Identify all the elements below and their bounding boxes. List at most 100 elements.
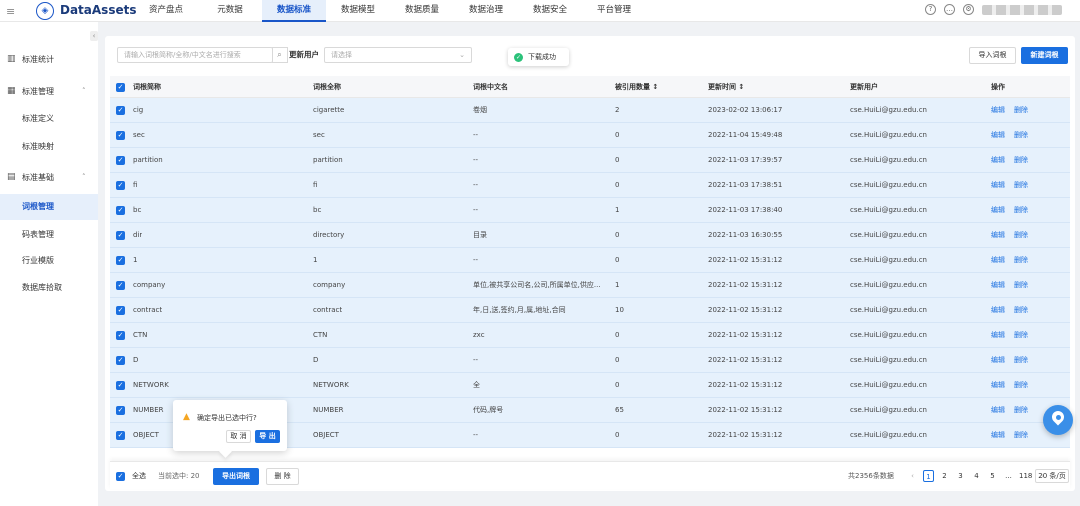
new-root-button[interactable]: 新建词根 [1021, 47, 1068, 64]
footer-select-all-checkbox[interactable]: ✓ [116, 471, 125, 481]
select-all-checkbox[interactable]: ✓ [116, 82, 125, 92]
edit-link[interactable]: 编辑 [991, 398, 1005, 423]
row-checkbox[interactable]: ✓ [116, 181, 125, 190]
table-row[interactable]: ✓ cig cigarette 卷烟 2 2023-02-02 13:06:17 cse.H… [110, 98, 1070, 123]
sidebar-item-standard-definition[interactable]: 标准定义 [0, 106, 98, 132]
delete-link[interactable]: 删除 [1014, 323, 1028, 348]
user-select[interactable]: 请选择 ⌄ [324, 47, 472, 63]
select-all-label[interactable]: 全选 [132, 462, 146, 490]
message-icon[interactable]: … [944, 4, 955, 15]
nav-item[interactable]: 数据模型 [326, 0, 390, 22]
delete-link[interactable]: 删除 [1014, 423, 1028, 448]
menu-icon[interactable]: ≡ [6, 5, 15, 18]
edit-link[interactable]: 编辑 [991, 98, 1005, 123]
delete-link[interactable]: 删除 [1014, 173, 1028, 198]
table-row[interactable]: ✓ CTN CTN zxc 0 2022-11-02 15:31:12 cse.HuiLi@… [110, 323, 1070, 348]
edit-link[interactable]: 编辑 [991, 198, 1005, 223]
edit-link[interactable]: 编辑 [991, 223, 1005, 248]
table-row[interactable]: ✓ dir directory 目录 0 2022-11-03 16:30:55 cse.H… [110, 223, 1070, 248]
row-checkbox[interactable]: ✓ [116, 206, 125, 215]
nav-item[interactable]: 资产盘点 [134, 0, 198, 22]
collapse-icon[interactable]: ‹ [90, 31, 98, 41]
edit-link[interactable]: 编辑 [991, 423, 1005, 448]
delete-link[interactable]: 删除 [1014, 298, 1028, 323]
delete-link[interactable]: 删除 [1014, 123, 1028, 148]
sidebar-group-standard-mgmt[interactable]: ▦ 标准管理 ˄ [0, 78, 98, 104]
table-row[interactable]: ✓ bc bc -- 1 2022-11-03 17:38:40 cse.HuiLi@gzu… [110, 198, 1070, 223]
export-button[interactable]: 导出词根 [213, 468, 259, 485]
sidebar-group-standard-base[interactable]: ▤ 标准基础 ˄ [0, 164, 98, 190]
edit-link[interactable]: 编辑 [991, 298, 1005, 323]
row-checkbox[interactable]: ✓ [116, 231, 125, 240]
row-checkbox[interactable]: ✓ [116, 406, 125, 415]
page-number[interactable]: 5 [987, 470, 998, 482]
edit-link[interactable]: 编辑 [991, 373, 1005, 398]
sidebar-item-standard-mapping[interactable]: 标准映射 [0, 134, 98, 160]
edit-link[interactable]: 编辑 [991, 148, 1005, 173]
col-refs[interactable]: 被引用数量 ↕ [615, 76, 658, 98]
assistant-float-icon[interactable] [1043, 405, 1073, 435]
table-row[interactable]: ✓ fi fi -- 0 2022-11-03 17:38:51 cse.HuiLi@gzu… [110, 173, 1070, 198]
sidebar-item-industry-template[interactable]: 行业模版 [0, 248, 98, 274]
row-checkbox[interactable]: ✓ [116, 281, 125, 290]
nav-item[interactable]: 平台管理 [582, 0, 646, 22]
row-checkbox[interactable]: ✓ [116, 106, 125, 115]
edit-link[interactable]: 编辑 [991, 273, 1005, 298]
page-number[interactable]: 3 [955, 470, 966, 482]
delete-link[interactable]: 删除 [1014, 373, 1028, 398]
edit-link[interactable]: 编辑 [991, 123, 1005, 148]
delete-link[interactable]: 删除 [1014, 248, 1028, 273]
search-input[interactable]: 请输入词根简称/全称/中文名进行搜索 [117, 47, 273, 63]
help-icon[interactable]: ? [925, 4, 936, 15]
sidebar-group-stats[interactable]: ▥ 标准统计 [0, 46, 98, 72]
table-row[interactable]: ✓ sec sec -- 0 2022-11-04 15:49:48 cse.HuiLi@g… [110, 123, 1070, 148]
nav-item[interactable]: 数据标准 [262, 0, 326, 22]
delete-link[interactable]: 删除 [1014, 273, 1028, 298]
row-checkbox[interactable]: ✓ [116, 131, 125, 140]
table-row[interactable]: ✓ NETWORK NETWORK 全 0 2022-11-02 15:31:12 cse.… [110, 373, 1070, 398]
edit-link[interactable]: 编辑 [991, 348, 1005, 373]
delete-link[interactable]: 删除 [1014, 398, 1028, 423]
sidebar-item-code-table[interactable]: 码表管理 [0, 222, 98, 248]
nav-item[interactable]: 数据安全 [518, 0, 582, 22]
search-icon[interactable]: ⌕ [272, 47, 288, 63]
edit-link[interactable]: 编辑 [991, 248, 1005, 273]
edit-link[interactable]: 编辑 [991, 323, 1005, 348]
row-checkbox[interactable]: ✓ [116, 381, 125, 390]
delete-link[interactable]: 删除 [1014, 348, 1028, 373]
table-row[interactable]: ✓ D D -- 0 2022-11-02 15:31:12 cse.HuiLi@gzu.e… [110, 348, 1070, 373]
page-number[interactable]: 4 [971, 470, 982, 482]
table-row[interactable]: ✓ 1 1 -- 0 2022-11-02 15:31:12 cse.HuiLi@gzu.e… [110, 248, 1070, 273]
nav-item[interactable]: 元数据 [198, 0, 262, 22]
import-button[interactable]: 导入词根 [969, 47, 1016, 64]
nav-item[interactable]: 数据治理 [454, 0, 518, 22]
sidebar-item-root-management[interactable]: 词根管理 [0, 194, 98, 220]
batch-delete-button[interactable]: 删 除 [266, 468, 299, 485]
row-checkbox[interactable]: ✓ [116, 156, 125, 165]
delete-link[interactable]: 删除 [1014, 98, 1028, 123]
row-checkbox[interactable]: ✓ [116, 431, 125, 440]
sidebar-item-db-pick[interactable]: 数据库拾取 [0, 275, 98, 301]
delete-link[interactable]: 删除 [1014, 223, 1028, 248]
confirm-export-button[interactable]: 导 出 [255, 430, 280, 443]
row-checkbox[interactable]: ✓ [116, 306, 125, 315]
delete-link[interactable]: 删除 [1014, 198, 1028, 223]
edit-link[interactable]: 编辑 [991, 173, 1005, 198]
row-checkbox[interactable]: ✓ [116, 256, 125, 265]
col-time[interactable]: 更新时间 ↕ [708, 76, 744, 98]
row-checkbox[interactable]: ✓ [116, 356, 125, 365]
table-row[interactable]: ✓ contract contract 年,日,送,签约,月,属,地址,合同 10 202… [110, 298, 1070, 323]
user-avatar[interactable] [982, 4, 1062, 15]
settings-icon[interactable]: ⚙ [963, 4, 974, 15]
page-number[interactable]: 2 [939, 470, 950, 482]
prev-page-icon[interactable]: ‹ [907, 470, 918, 482]
page-number[interactable]: 1 [923, 470, 934, 482]
confirm-cancel-button[interactable]: 取 消 [226, 430, 251, 443]
table-row[interactable]: ✓ company company 单位,被共享公司名,公司,所属单位,供应... 1 2… [110, 273, 1070, 298]
row-checkbox[interactable]: ✓ [116, 331, 125, 340]
page-number[interactable]: 118 [1019, 470, 1032, 482]
table-row[interactable]: ✓ partition partition -- 0 2022-11-03 17:39:5… [110, 148, 1070, 173]
page-size-select[interactable]: 20 条/页 [1035, 469, 1069, 483]
nav-item[interactable]: 数据质量 [390, 0, 454, 22]
delete-link[interactable]: 删除 [1014, 148, 1028, 173]
